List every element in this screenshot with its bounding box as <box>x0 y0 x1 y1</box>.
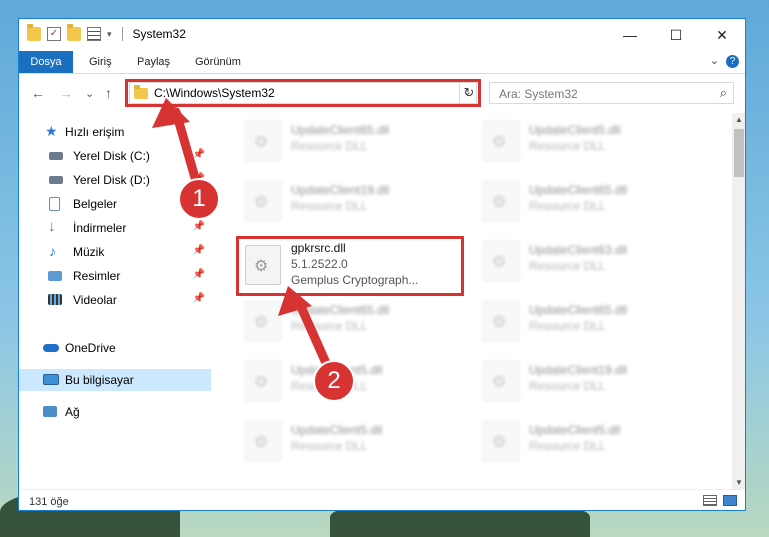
arrow-two <box>278 286 335 377</box>
annotation-badge-one: 1 <box>178 178 220 220</box>
annotation-badge-two: 2 <box>313 360 355 402</box>
annotation-layer <box>152 98 335 377</box>
